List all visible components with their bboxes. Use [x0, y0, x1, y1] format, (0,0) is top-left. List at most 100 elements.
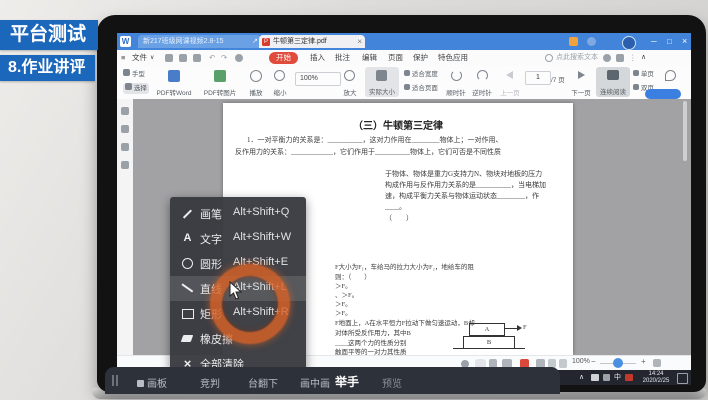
pdf-tab-active[interactable]: P 牛顿第三定律.pdf ×	[259, 35, 365, 48]
kebab-menu-icon[interactable]: ⋮	[629, 50, 637, 66]
platform-stage-button[interactable]: 台翻下	[248, 375, 278, 390]
layout-icon[interactable]	[616, 54, 624, 62]
external-link-icon: ↗	[252, 35, 258, 48]
tab1-label: 新217班级网课视频2.8-15	[143, 38, 224, 45]
print-icon[interactable]	[193, 54, 201, 62]
doc-text-line: 速，构成平衡力关系与物体运动状态________，作	[385, 191, 539, 202]
window-close-button[interactable]: ×	[682, 33, 687, 50]
force-label: F	[523, 323, 527, 333]
ime-indicator[interactable]: 中	[614, 374, 621, 381]
select-tool-button[interactable]: 选择	[123, 83, 149, 94]
fit-page-button[interactable]: 适合页面	[404, 83, 438, 94]
zoom-minus-button[interactable]: −	[591, 357, 596, 366]
zoom-out-icon	[274, 70, 285, 81]
continuous-read-icon	[607, 70, 619, 80]
doc-title: （三）牛顿第三定律	[223, 117, 573, 132]
menu-tab-special[interactable]: 特色应用	[438, 50, 468, 66]
doc-text-line: （ ）	[385, 213, 413, 224]
save-icon[interactable]	[179, 54, 187, 62]
menu-tab-home[interactable]: 开始	[269, 52, 298, 64]
mouse-cursor-icon	[229, 281, 243, 301]
open-icon[interactable]	[165, 54, 173, 62]
brush-icon	[181, 207, 194, 220]
folder-icon[interactable]	[591, 374, 599, 381]
drag-handle2[interactable]	[116, 375, 118, 386]
platform-preview-button[interactable]: 预览	[382, 375, 402, 390]
continuous-read-button[interactable]: 连续阅读	[596, 67, 630, 97]
fullscreen-icon[interactable]	[653, 359, 661, 367]
window-maximize-button[interactable]: □	[667, 33, 672, 50]
tray-collapse-icon[interactable]: ∧	[579, 374, 584, 381]
chevron-down-icon: ∨	[150, 50, 154, 66]
doc-text-line: F大小为F₁，车给马的拉力大小为F₂，地给车的阻	[335, 263, 474, 273]
statusbar-zoom-value: 100%	[572, 358, 590, 365]
search-input[interactable]: 点此搜索文本	[556, 50, 598, 66]
doc-text-line: 构成作用与反作用力关系的是__________，当电梯加	[385, 180, 546, 191]
tool-text[interactable]: A 文字 Alt+Shift+W	[170, 226, 306, 251]
browser-tab-inactive[interactable]: 新217班级网课视频2.8-15 ↗	[138, 35, 261, 48]
platform-raise-hand-button[interactable]: 举手	[335, 373, 359, 390]
bookmarks-icon[interactable]	[121, 125, 129, 133]
attachments-icon[interactable]	[121, 161, 129, 169]
overlay-label-homework-review: 8.作业讲评	[0, 55, 95, 81]
zoom-plus-button[interactable]: +	[641, 357, 646, 366]
collapse-ribbon-icon[interactable]: ∧	[641, 50, 646, 66]
click-highlight-ring	[210, 264, 290, 344]
tray-app-icon[interactable]	[625, 374, 633, 381]
rectangle-shape-icon	[181, 307, 194, 320]
sound-icon[interactable]	[603, 374, 610, 381]
undo-icon[interactable]: ↶	[209, 50, 215, 66]
menu-tab-comment[interactable]: 批注	[335, 50, 350, 66]
hand-tool-button[interactable]: 手型	[123, 69, 145, 80]
zoom-in-icon	[344, 70, 355, 81]
pdf-left-sidebar	[117, 99, 134, 355]
overlay-label-platform-test: 平台测试	[0, 20, 98, 50]
member-badge-icon[interactable]	[569, 37, 578, 46]
wps-titlebar: W 新217班级网课视频2.8-15 ↗ P 牛顿第三定律.pdf × + ─ …	[117, 33, 691, 50]
file-menu[interactable]: 文件	[132, 50, 147, 66]
background-icon	[665, 70, 676, 81]
notification-center-icon[interactable]	[677, 373, 688, 384]
page-mode2-icon[interactable]	[559, 359, 567, 368]
zoom-slider-handle[interactable]	[613, 358, 623, 368]
menu-tab-protect[interactable]: 保护	[413, 50, 428, 66]
platform-judge-button[interactable]: 竞判	[200, 375, 220, 390]
menu-tab-edit[interactable]: 编辑	[362, 50, 377, 66]
wps-toolbar: 手型 选择 PDF转Word PDF转图片 播放 缩小 100% 放大	[117, 66, 691, 100]
platform-pip-button[interactable]: 画中画	[300, 375, 330, 390]
floating-badge[interactable]	[645, 89, 681, 99]
redo-icon[interactable]: ↷	[221, 50, 227, 66]
menu-tab-insert[interactable]: 插入	[310, 50, 325, 66]
play-icon	[250, 70, 262, 82]
drag-handle[interactable]	[112, 375, 114, 386]
taskbar-clock[interactable]: 14:24 2020/2/25	[638, 371, 674, 385]
single-page-button[interactable]: 单页	[633, 69, 654, 80]
fit-width-button[interactable]: 适合宽度	[404, 69, 438, 80]
pdf-file-icon: P	[262, 38, 270, 46]
pdf-to-word-icon	[168, 70, 180, 82]
window-minimize-button[interactable]: ─	[651, 33, 657, 50]
more-tools-icon[interactable]	[235, 54, 243, 62]
annotations-icon[interactable]	[121, 143, 129, 151]
menu-tab-page[interactable]: 页面	[388, 50, 403, 66]
doc-text-line: F地面上，A在水平恒力F拉动下做匀速运动，B却	[335, 319, 475, 329]
user-avatar[interactable]	[622, 36, 636, 50]
diagram-ground-line	[453, 348, 525, 349]
theme-icon[interactable]	[587, 37, 596, 46]
scrollbar[interactable]	[683, 101, 687, 161]
tool-brush[interactable]: 画笔 Alt+Shift+Q	[170, 201, 306, 226]
eraser-icon	[181, 332, 194, 345]
actual-size-button[interactable]: 实际大小	[365, 67, 399, 97]
hamburger-icon[interactable]: ≡	[121, 50, 125, 66]
wps-logo-icon: W	[120, 36, 131, 47]
thumbnails-icon[interactable]	[121, 107, 129, 115]
page-number-input[interactable]: 1	[525, 71, 551, 85]
new-tab-button[interactable]: +	[357, 34, 363, 45]
doc-paragraph-line: 反作用力的关系：____________，它们作用于__________物体上，…	[235, 147, 501, 158]
wps-menubar: ≡ 文件 ∨ ↶ ↷ 开始 插入 批注 编辑 页面 保护 特色应用 点此搜索文本…	[117, 50, 691, 67]
doc-text-line: ____。	[385, 202, 406, 213]
zoom-level-input[interactable]: 100%	[295, 72, 341, 86]
gear-icon[interactable]	[603, 54, 611, 62]
platform-board-button[interactable]: 画板	[137, 375, 167, 390]
clock-time: 14:24	[638, 371, 674, 378]
